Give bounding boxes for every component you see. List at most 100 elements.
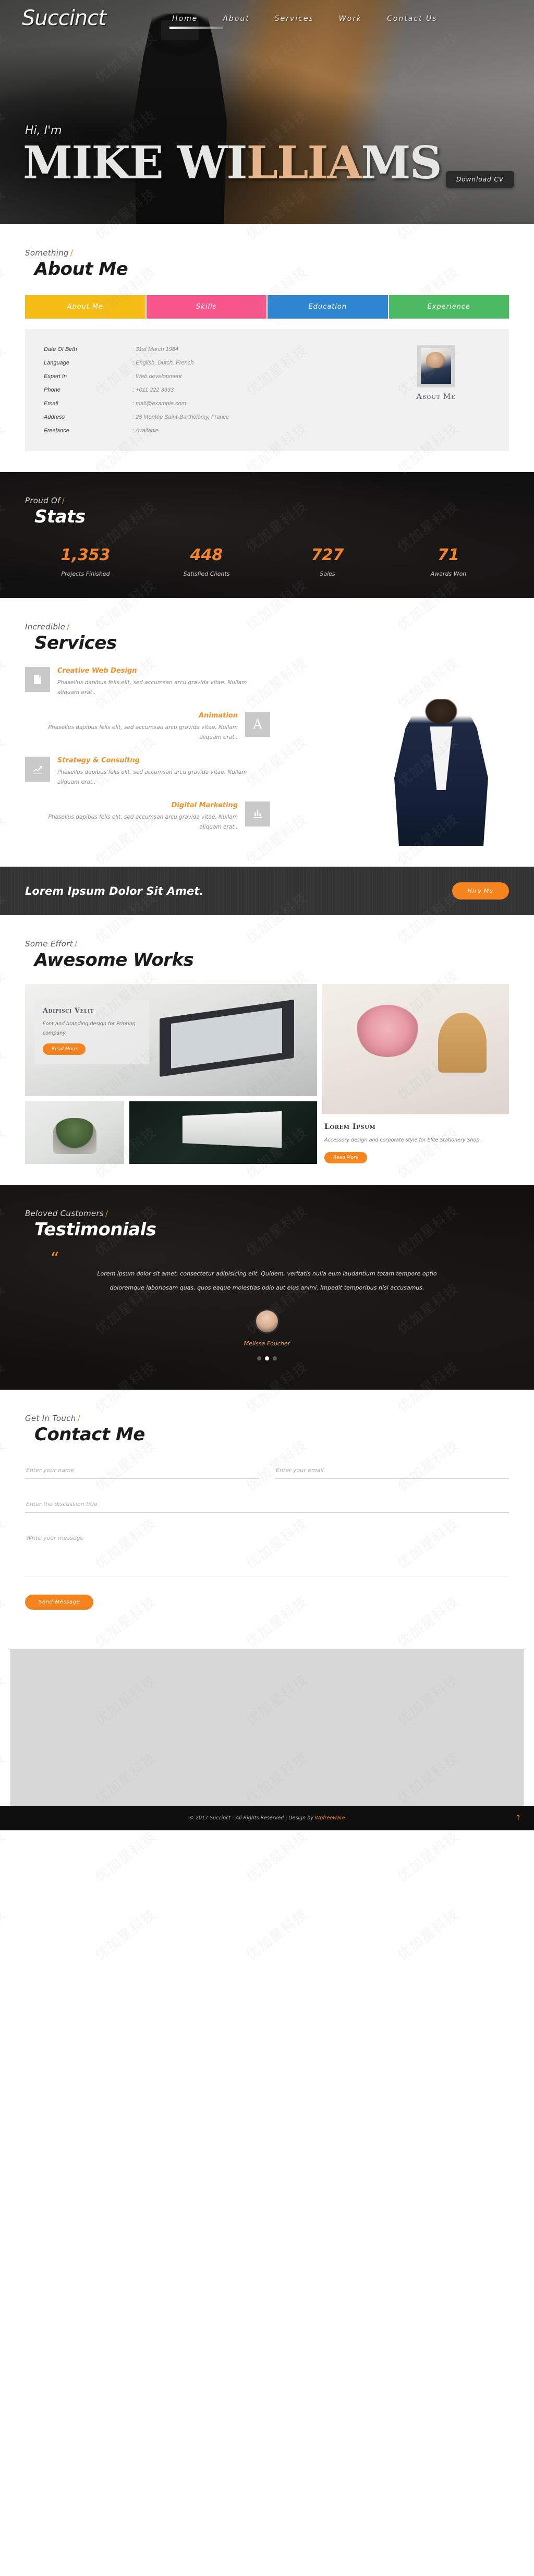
contact-form-row-2: [25, 1496, 509, 1513]
stat-label: Sales: [320, 570, 335, 577]
about-panel: Date Of Birth: 31st March 1984 Language:…: [25, 329, 509, 451]
hero-background-texture: [0, 0, 534, 224]
nav-item-home[interactable]: Home: [169, 15, 224, 29]
slider-dot-1[interactable]: [257, 1356, 261, 1360]
works-sub-thumbnails: [25, 1101, 317, 1164]
service-item-animation[interactable]: A Animation Phasellus dapibus felis elit…: [25, 711, 270, 743]
info-key: Phone: [44, 387, 60, 393]
nav-item-services[interactable]: Services: [275, 15, 314, 29]
stat-number: 1,353: [60, 546, 111, 564]
info-value: : Available: [132, 428, 159, 434]
work-read-more-button[interactable]: Read More: [324, 1151, 368, 1163]
work-card-lorem-ipsum: Lorem Ipsum Accessory design and corpora…: [322, 1114, 509, 1163]
image-icon: [25, 667, 50, 692]
stat-number: 448: [190, 546, 223, 564]
info-key: Language: [44, 360, 69, 366]
main-navigation: Home About Services Work Contact Us: [169, 15, 438, 29]
info-value: : 31st March 1984: [132, 346, 179, 353]
email-input[interactable]: [275, 1462, 509, 1479]
about-photo-block: About Me: [379, 343, 493, 438]
name-input[interactable]: [25, 1462, 259, 1479]
service-description: Phasellus dapibus felis elit, sed accums…: [48, 724, 238, 741]
info-row-date-of-birth: Date Of Birth: 31st March 1984: [44, 343, 379, 356]
stat-awards-won: 71 Awards Won: [388, 546, 509, 577]
footer-credit-link[interactable]: Wpfreeware: [315, 1815, 345, 1821]
subject-input[interactable]: [25, 1496, 509, 1513]
work-thumbnail-desk[interactable]: Adipisci Velit Font and branding design …: [25, 984, 317, 1097]
tab-experience[interactable]: Experience: [389, 295, 509, 319]
works-column-right: Lorem Ipsum Accessory design and corpora…: [322, 984, 509, 1164]
bar-chart-icon: [245, 801, 270, 827]
businessman-illustration: [394, 699, 488, 846]
info-row-language: Language: English, Dutch, French: [44, 356, 379, 370]
tab-skills[interactable]: Skills: [146, 295, 266, 319]
work-thumbnail-plant[interactable]: [25, 1101, 124, 1164]
stat-satisfied-clients: 448 Satisfied Clients: [146, 546, 267, 577]
works-eyebrow-text: Some Effort: [25, 939, 73, 949]
download-cv-button[interactable]: Download CV: [445, 171, 514, 188]
hero-section: Succinct Home About Services Work Contac…: [0, 0, 534, 224]
services-section: Incredible / Services Creative Web Design…: [0, 598, 534, 867]
contact-form-row-1: [25, 1462, 509, 1479]
site-footer: © 2017 Succinct - All Rights Reserved | …: [0, 1805, 534, 1830]
contact-title: Contact Me: [34, 1424, 145, 1445]
testimonial-slider-dots: [25, 1356, 509, 1360]
slider-dot-2[interactable]: [265, 1356, 269, 1360]
info-row-address: Address : 25 Montée Saint-Barthélémy, Fra…: [44, 410, 379, 424]
work-thumbnail-laptop[interactable]: [129, 1101, 317, 1164]
services-eyebrow-text: Incredible: [25, 622, 66, 631]
location-map[interactable]: [10, 1649, 524, 1806]
service-item-creative-web-design[interactable]: Creative Web Design Phasellus dapibus fe…: [25, 667, 270, 698]
service-item-strategy-consulting[interactable]: Strategy & Consultng Phasellus dapibus f…: [25, 756, 270, 788]
message-textarea[interactable]: [25, 1530, 509, 1576]
tab-education[interactable]: Education: [268, 295, 388, 319]
service-description: Phasellus dapibus felis elit, sed accums…: [48, 813, 238, 830]
service-text: Animation Phasellus dapibus felis elit, …: [25, 712, 238, 743]
quote-icon: “: [50, 1248, 59, 1270]
info-value: : 25 Montée Saint-Barthélémy, France: [132, 414, 229, 420]
nav-item-work[interactable]: Work: [339, 15, 362, 29]
eyebrow-slash-icon: /: [77, 1413, 80, 1423]
work-read-more-button[interactable]: Read More: [43, 1043, 86, 1055]
stat-projects-finished: 1,353 Projects Finished: [25, 546, 146, 577]
info-row-email: Email: mail@example.com: [44, 397, 379, 410]
stats-eyebrow: Proud Of /: [25, 496, 509, 505]
services-layout: Creative Web Design Phasellus dapibus fe…: [25, 667, 509, 846]
info-row-expert-in: Expert In: Web development: [44, 370, 379, 383]
stat-number: 727: [311, 546, 344, 564]
about-eyebrow: Something /: [25, 248, 509, 258]
eyebrow-slash-icon: /: [67, 622, 70, 631]
slider-dot-3[interactable]: [273, 1356, 277, 1360]
service-title: Creative Web Design: [57, 667, 137, 675]
service-text: Digital Marketing Phasellus dapibus feli…: [25, 801, 238, 833]
services-title: Services: [34, 633, 117, 653]
back-to-top-icon[interactable]: ↑: [515, 1813, 521, 1822]
stat-label: Awards Won: [430, 570, 467, 577]
contact-section: Get In Touch/ Contact Me S: [0, 1390, 534, 1631]
hero-name-part-1: MIKE WI: [23, 137, 247, 189]
about-title: About Me: [34, 259, 128, 280]
works-section: Some Effort / Awesome Works Adipisci Veli…: [0, 915, 534, 1185]
subject-field-wrapper: [25, 1496, 509, 1513]
about-eyebrow-text: Something: [25, 248, 69, 258]
services-eyebrow: Incredible /: [25, 622, 509, 631]
work-thumbnail-flowers[interactable]: [322, 984, 509, 1115]
nav-item-about[interactable]: About: [223, 15, 249, 29]
works-grid: Adipisci Velit Font and branding design …: [25, 984, 509, 1164]
eyebrow-slash-icon: /: [62, 496, 65, 505]
name-field-wrapper: [25, 1462, 259, 1479]
info-key: Address: [44, 414, 65, 420]
hero-name-part-3: MS: [361, 137, 442, 189]
service-title: Strategy & Consultng: [57, 756, 140, 764]
service-item-digital-marketing[interactable]: Digital Marketing Phasellus dapibus feli…: [25, 801, 270, 833]
tab-about-me[interactable]: About Me: [25, 295, 145, 319]
info-value: : mail@example.com: [132, 400, 186, 407]
send-message-button[interactable]: Send Message: [25, 1594, 94, 1610]
nav-item-contact-us[interactable]: Contact Us: [387, 15, 437, 29]
site-logo[interactable]: Succinct: [22, 6, 106, 30]
hire-me-banner: Lorem Ipsum Dolor Sit Amet. Hire Me: [0, 867, 534, 916]
hire-me-button[interactable]: Hire Me: [452, 882, 509, 900]
work-card-description: Font and branding design for Printing co…: [43, 1021, 136, 1037]
testimonials-title: Testimonials: [34, 1219, 156, 1241]
work-card-description: Accessory design and corporate style for…: [324, 1137, 481, 1144]
